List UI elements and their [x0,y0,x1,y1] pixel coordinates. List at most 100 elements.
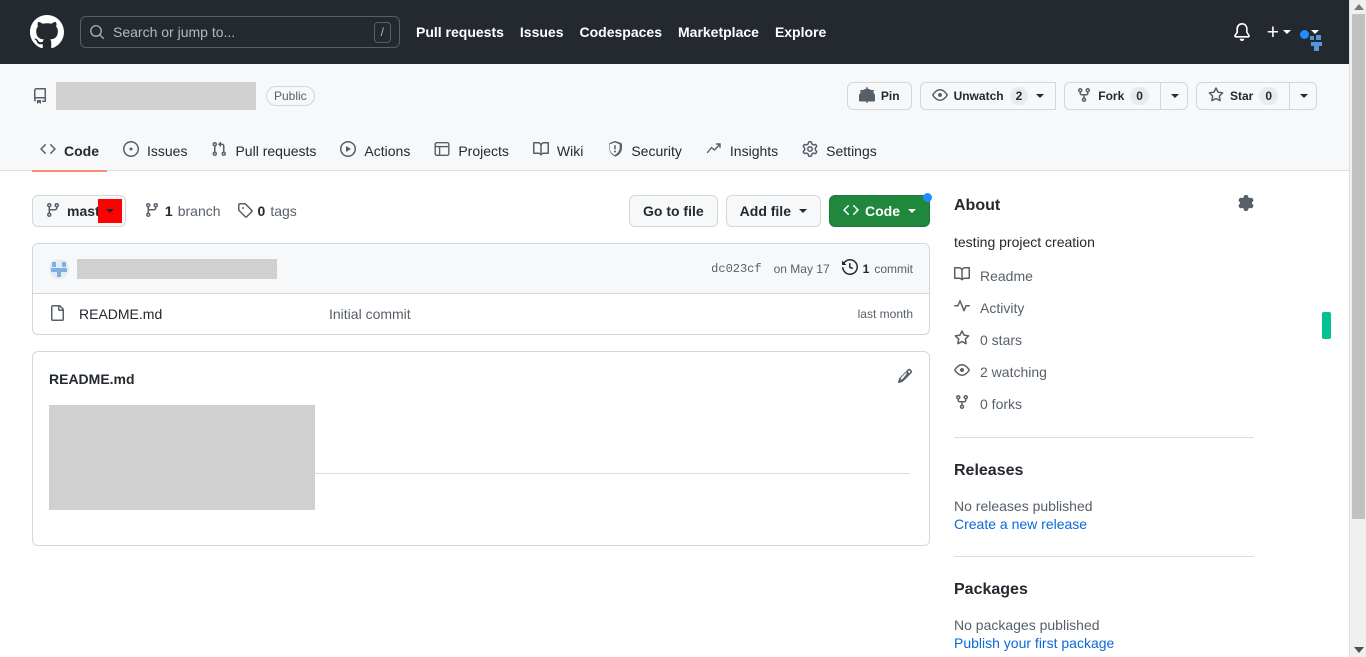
fork-button[interactable]: Fork 0 [1064,82,1161,110]
readme-content [33,405,929,545]
chevron-down-icon [1300,94,1308,98]
repo-forked-icon [1076,87,1092,106]
graph-icon [706,141,722,160]
link-label: Activity [980,299,1025,316]
repo-forked-icon [954,394,970,413]
watching-link[interactable]: 2 watching [954,362,1254,381]
code-button[interactable]: Code [829,193,932,227]
star-icon [1208,86,1224,106]
go-to-file-button[interactable]: Go to file [628,195,718,227]
branches-link[interactable]: 1 branch [144,202,221,221]
nav-pull-requests[interactable]: Pull requests [416,24,504,40]
about-heading-row: About [954,195,1254,216]
readme-redacted-content [49,405,315,510]
tab-security[interactable]: Security [599,135,690,172]
gear-icon [802,141,818,160]
tab-wiki[interactable]: Wiki [525,135,591,172]
tab-actions[interactable]: Actions [332,135,418,172]
shield-icon [607,141,623,160]
fork-dropdown-button[interactable] [1160,82,1188,110]
stars-link[interactable]: 0 stars [954,330,1254,349]
book-icon [954,266,971,285]
tab-label: Insights [729,142,779,159]
search-shortcut-key: / [373,21,391,43]
watch-count: 2 [1009,87,1029,105]
commit-author-avatar[interactable] [49,258,69,279]
tag-count-label: tags [270,203,297,219]
branch-selector-button[interactable]: master [32,195,126,227]
commit-sha[interactable]: dc023cf [711,262,761,276]
git-branch-icon [45,202,61,221]
plus-icon: + [1266,20,1279,44]
branch-count-label: branch [177,203,221,219]
star-dropdown-button[interactable] [1290,82,1317,110]
nav-marketplace[interactable]: Marketplace [678,24,759,40]
create-release-link[interactable]: Create a new release [954,516,1254,532]
repository-header: Public Pin Unwatch 2 Fork 0 Star 0 Code … [0,64,1349,172]
packages-empty-text: No packages published [954,617,1100,633]
add-file-label: Add file [739,203,791,219]
browser-scrollbar[interactable] [1349,0,1366,657]
pin-button[interactable]: Pin [846,82,912,110]
repository-visibility-badge: Public [266,86,315,106]
publish-package-link[interactable]: Publish your first package [954,635,1254,651]
commit-count: 1 [862,261,870,276]
scroll-down-arrow-icon[interactable] [1354,647,1364,653]
tab-code[interactable]: Code [32,135,107,172]
unwatch-button[interactable]: Unwatch 2 [919,82,1057,110]
forks-link[interactable]: 0 forks [954,394,1254,413]
star-button[interactable]: Star 0 [1195,82,1290,110]
readme-link[interactable]: Readme [954,266,1254,285]
branch-dropdown-highlight[interactable] [97,199,122,223]
search-input[interactable]: Search or jump to... / [80,16,400,48]
tab-label: Issues [147,142,188,159]
commit-message[interactable] [77,258,277,279]
code-column: master 1 branch 0 tags Go to file Add fi… [32,193,932,651]
nav-explore[interactable]: Explore [775,24,826,40]
eye-icon [954,362,970,381]
file-icon [49,304,65,324]
pencil-icon[interactable] [897,368,913,389]
gear-icon[interactable] [1238,195,1254,216]
add-file-button[interactable]: Add file [725,195,821,227]
browser-page: Search or jump to... / Pull requests Iss… [0,0,1366,657]
create-new-menu[interactable]: + [1267,22,1291,43]
table-row[interactable]: README.md Initial commit last month [33,294,929,334]
tab-insights[interactable]: Insights [698,135,786,172]
tab-pull-requests[interactable]: Pull requests [203,135,324,172]
tab-label: Settings [826,142,877,159]
repository-name[interactable] [56,82,256,110]
page-viewport: Search or jump to... / Pull requests Iss… [0,0,1349,657]
bell-icon[interactable] [1233,23,1251,41]
tab-settings[interactable]: Settings [794,135,885,172]
about-description: testing project creation [954,234,1095,250]
chevron-down-icon [799,209,807,213]
scroll-up-arrow-icon[interactable] [1354,4,1364,10]
releases-empty-text: No releases published [954,498,1093,514]
link-label: 2 watching [980,363,1047,380]
commit-history-link[interactable]: 1 commit [841,258,913,278]
chevron-down-icon [1036,94,1045,98]
nav-issues[interactable]: Issues [520,24,564,40]
file-name[interactable]: README.md [79,306,329,322]
tab-issues[interactable]: Issues [115,135,195,172]
tab-label: Wiki [556,142,584,159]
pin-icon [857,86,877,106]
repository-nav: Code Issues Pull requests Actions Projec… [32,126,1317,172]
tag-count: 0 [257,203,266,219]
account-menu[interactable] [1300,30,1322,51]
nav-codespaces[interactable]: Codespaces [580,24,662,40]
file-commit-message[interactable]: Initial commit [329,306,858,322]
scrollbar-thumb[interactable] [1352,14,1365,519]
pulse-icon [954,298,970,317]
table-icon [434,141,450,160]
star-icon [954,330,970,349]
main-content: master 1 branch 0 tags Go to file Add fi… [0,171,1349,651]
tags-link[interactable]: 0 tags [237,202,297,221]
github-logo-icon[interactable] [30,15,64,49]
about-heading: About [954,196,1001,214]
readme-box: README.md [32,351,930,546]
search-icon [89,24,105,40]
tab-projects[interactable]: Projects [426,135,517,172]
activity-link[interactable]: Activity [954,298,1254,317]
